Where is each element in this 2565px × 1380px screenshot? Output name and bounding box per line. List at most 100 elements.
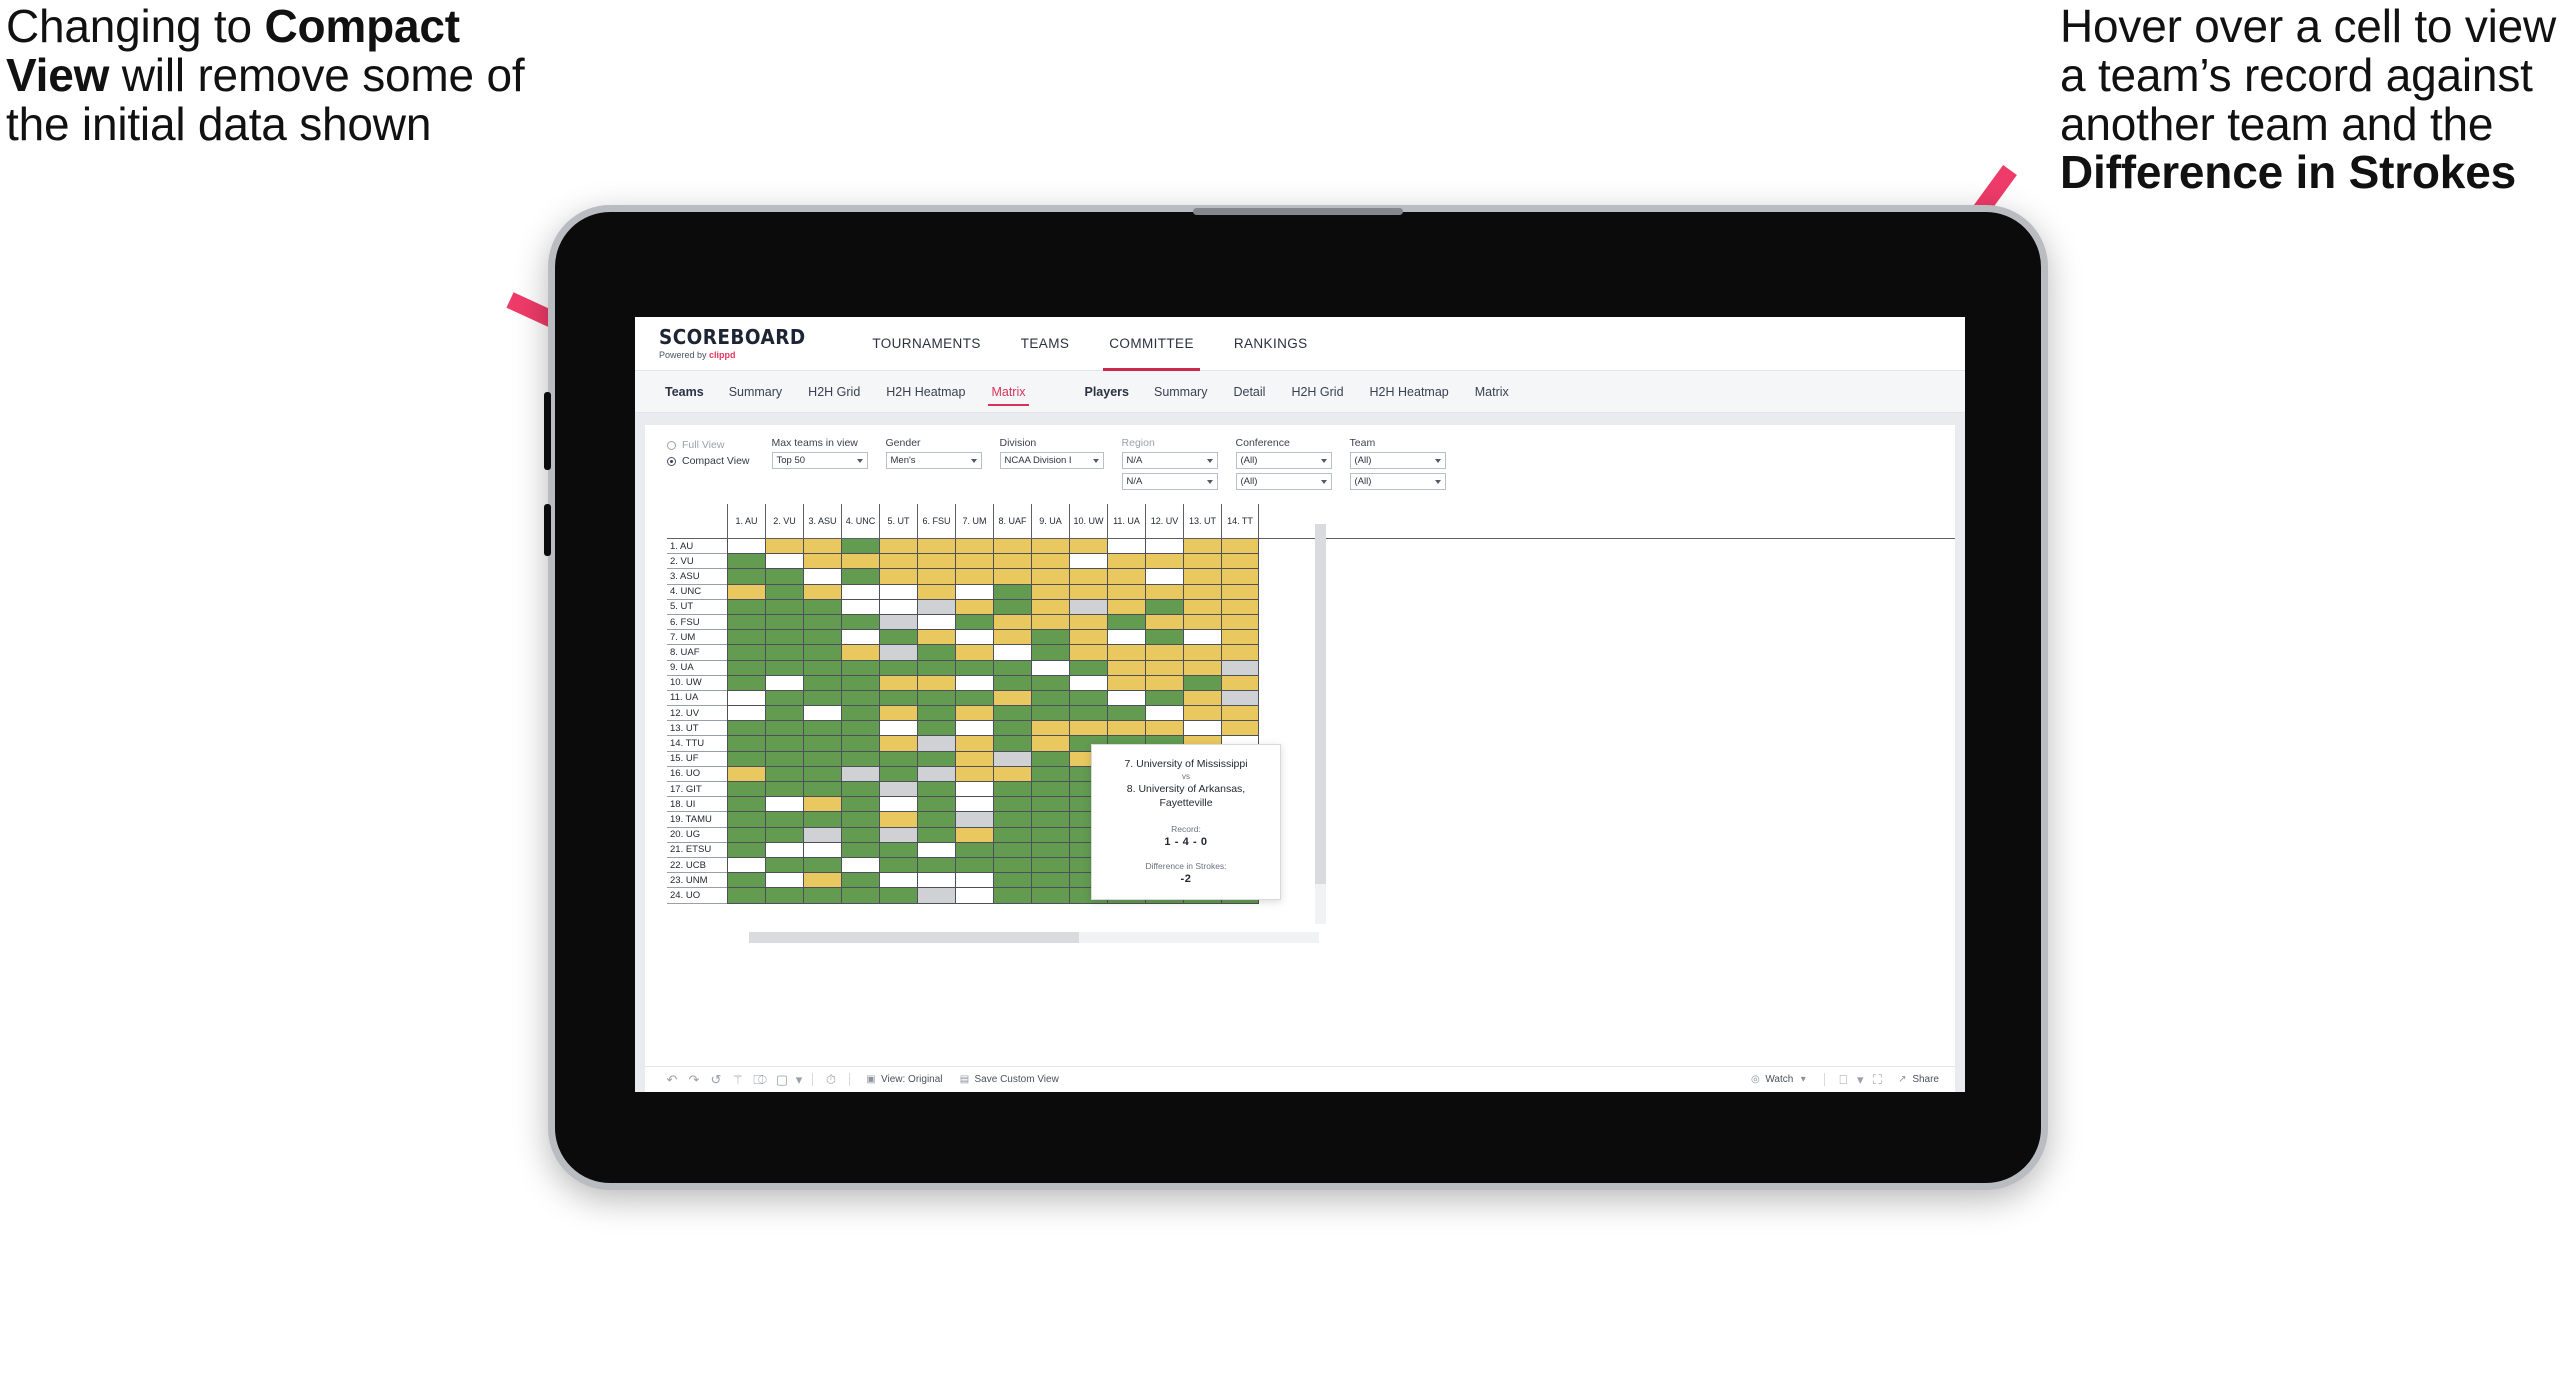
- matrix-cell[interactable]: [879, 827, 917, 843]
- matrix-cell[interactable]: [1069, 599, 1107, 615]
- download-icon[interactable]: ⎕: [1832, 1069, 1854, 1091]
- matrix-cell[interactable]: [727, 782, 765, 798]
- matrix-cell[interactable]: [879, 782, 917, 798]
- matrix-cell[interactable]: [993, 706, 1031, 722]
- matrix-cell[interactable]: [727, 827, 765, 843]
- share-button[interactable]: ↗ Share: [1888, 1074, 1955, 1086]
- subtab-teams-matrix[interactable]: Matrix: [978, 371, 1038, 413]
- matrix-cell[interactable]: [993, 736, 1031, 752]
- matrix-cell[interactable]: [765, 569, 803, 585]
- nav-tournaments[interactable]: TOURNAMENTS: [852, 317, 1000, 371]
- matrix-cell[interactable]: [993, 857, 1031, 874]
- matrix-cell[interactable]: [1031, 888, 1069, 904]
- filter-conference-select-2[interactable]: (All): [1235, 473, 1332, 490]
- matrix-cell[interactable]: [1183, 706, 1221, 722]
- subtab-players-h2h-heatmap[interactable]: H2H Heatmap: [1357, 371, 1462, 413]
- matrix-cell[interactable]: [879, 721, 917, 737]
- matrix-cell[interactable]: [955, 584, 993, 600]
- nav-committee[interactable]: COMMITTEE: [1089, 317, 1214, 371]
- matrix-cell[interactable]: [1069, 569, 1107, 585]
- matrix-cell[interactable]: [1031, 706, 1069, 722]
- matrix-cell[interactable]: [1183, 539, 1221, 555]
- matrix-cell[interactable]: [993, 812, 1031, 828]
- matrix-cell[interactable]: [765, 706, 803, 722]
- matrix-cell[interactable]: [1183, 614, 1221, 631]
- matrix-cell[interactable]: [803, 599, 841, 615]
- matrix-cell[interactable]: [993, 766, 1031, 782]
- matrix-cell[interactable]: [917, 630, 955, 646]
- matrix-cell[interactable]: [955, 857, 993, 874]
- matrix-cell[interactable]: [727, 539, 765, 555]
- matrix-cell[interactable]: [765, 614, 803, 631]
- matrix-cell[interactable]: [1107, 584, 1145, 600]
- matrix-cell[interactable]: [879, 690, 917, 707]
- matrix-cell[interactable]: [917, 706, 955, 722]
- matrix-cell[interactable]: [1069, 721, 1107, 737]
- radio-compact-view[interactable]: Compact View: [667, 455, 750, 467]
- matrix-cell[interactable]: [803, 675, 841, 691]
- matrix-cell[interactable]: [1031, 721, 1069, 737]
- matrix-cell[interactable]: [1221, 569, 1259, 585]
- matrix-cell[interactable]: [1221, 614, 1259, 631]
- matrix-cell[interactable]: [879, 797, 917, 813]
- matrix-cell[interactable]: [1031, 736, 1069, 752]
- matrix-cell[interactable]: [1031, 630, 1069, 646]
- matrix-cell[interactable]: [727, 812, 765, 828]
- matrix-cell[interactable]: [765, 660, 803, 676]
- matrix-cell[interactable]: [1069, 539, 1107, 555]
- matrix-cell[interactable]: [841, 614, 879, 631]
- matrix-cell[interactable]: [727, 888, 765, 904]
- matrix-cell[interactable]: [955, 751, 993, 767]
- filter-gender-select[interactable]: Men's: [885, 452, 982, 469]
- matrix-cell[interactable]: [993, 599, 1031, 615]
- matrix-cell[interactable]: [727, 873, 765, 889]
- matrix-cell[interactable]: [1145, 630, 1183, 646]
- matrix-cell[interactable]: [1221, 554, 1259, 570]
- matrix-cell[interactable]: [765, 888, 803, 904]
- matrix-cell[interactable]: [803, 721, 841, 737]
- matrix-cell[interactable]: [879, 539, 917, 555]
- matrix-cell[interactable]: [993, 584, 1031, 600]
- matrix-cell[interactable]: [841, 857, 879, 874]
- matrix-cell[interactable]: [727, 630, 765, 646]
- matrix-cell[interactable]: [1183, 599, 1221, 615]
- subtab-players-h2h-grid[interactable]: H2H Grid: [1278, 371, 1356, 413]
- matrix-cell[interactable]: [1145, 539, 1183, 555]
- matrix-cell[interactable]: [955, 766, 993, 782]
- matrix-cell[interactable]: [1107, 630, 1145, 646]
- matrix-cell[interactable]: [727, 675, 765, 691]
- matrix-cell[interactable]: [841, 721, 879, 737]
- matrix-cell[interactable]: [917, 782, 955, 798]
- matrix-cell[interactable]: [727, 751, 765, 767]
- matrix-cell[interactable]: [803, 539, 841, 555]
- matrix-cell[interactable]: [917, 751, 955, 767]
- matrix-cell[interactable]: [803, 736, 841, 752]
- matrix-cell[interactable]: [803, 797, 841, 813]
- matrix-cell[interactable]: [1031, 690, 1069, 707]
- vertical-scrollbar[interactable]: [1315, 524, 1326, 924]
- matrix-cell[interactable]: [841, 539, 879, 555]
- matrix-cell[interactable]: [879, 706, 917, 722]
- matrix-cell[interactable]: [803, 812, 841, 828]
- matrix-cell[interactable]: [1107, 660, 1145, 676]
- matrix-cell[interactable]: [1145, 721, 1183, 737]
- matrix-cell[interactable]: [1183, 569, 1221, 585]
- subtab-players-summary[interactable]: Summary: [1141, 371, 1220, 413]
- matrix-cell[interactable]: [955, 782, 993, 798]
- matrix-cell[interactable]: [841, 660, 879, 676]
- redo-icon[interactable]: ↷: [683, 1069, 705, 1091]
- matrix-cell[interactable]: [1145, 645, 1183, 661]
- matrix-cell[interactable]: [765, 782, 803, 798]
- matrix-cell[interactable]: [955, 630, 993, 646]
- matrix-cell[interactable]: [1221, 690, 1259, 707]
- matrix-cell[interactable]: [1031, 782, 1069, 798]
- matrix-cell[interactable]: [1031, 614, 1069, 631]
- matrix-cell[interactable]: [993, 675, 1031, 691]
- matrix-cell[interactable]: [1069, 584, 1107, 600]
- save-custom-view-button[interactable]: ▤ Save Custom View: [951, 1074, 1067, 1086]
- pause-icon[interactable]: ⎄: [749, 1069, 771, 1091]
- matrix-cell[interactable]: [917, 554, 955, 570]
- matrix-cell[interactable]: [841, 736, 879, 752]
- matrix-cell[interactable]: [917, 736, 955, 752]
- matrix-cell[interactable]: [727, 569, 765, 585]
